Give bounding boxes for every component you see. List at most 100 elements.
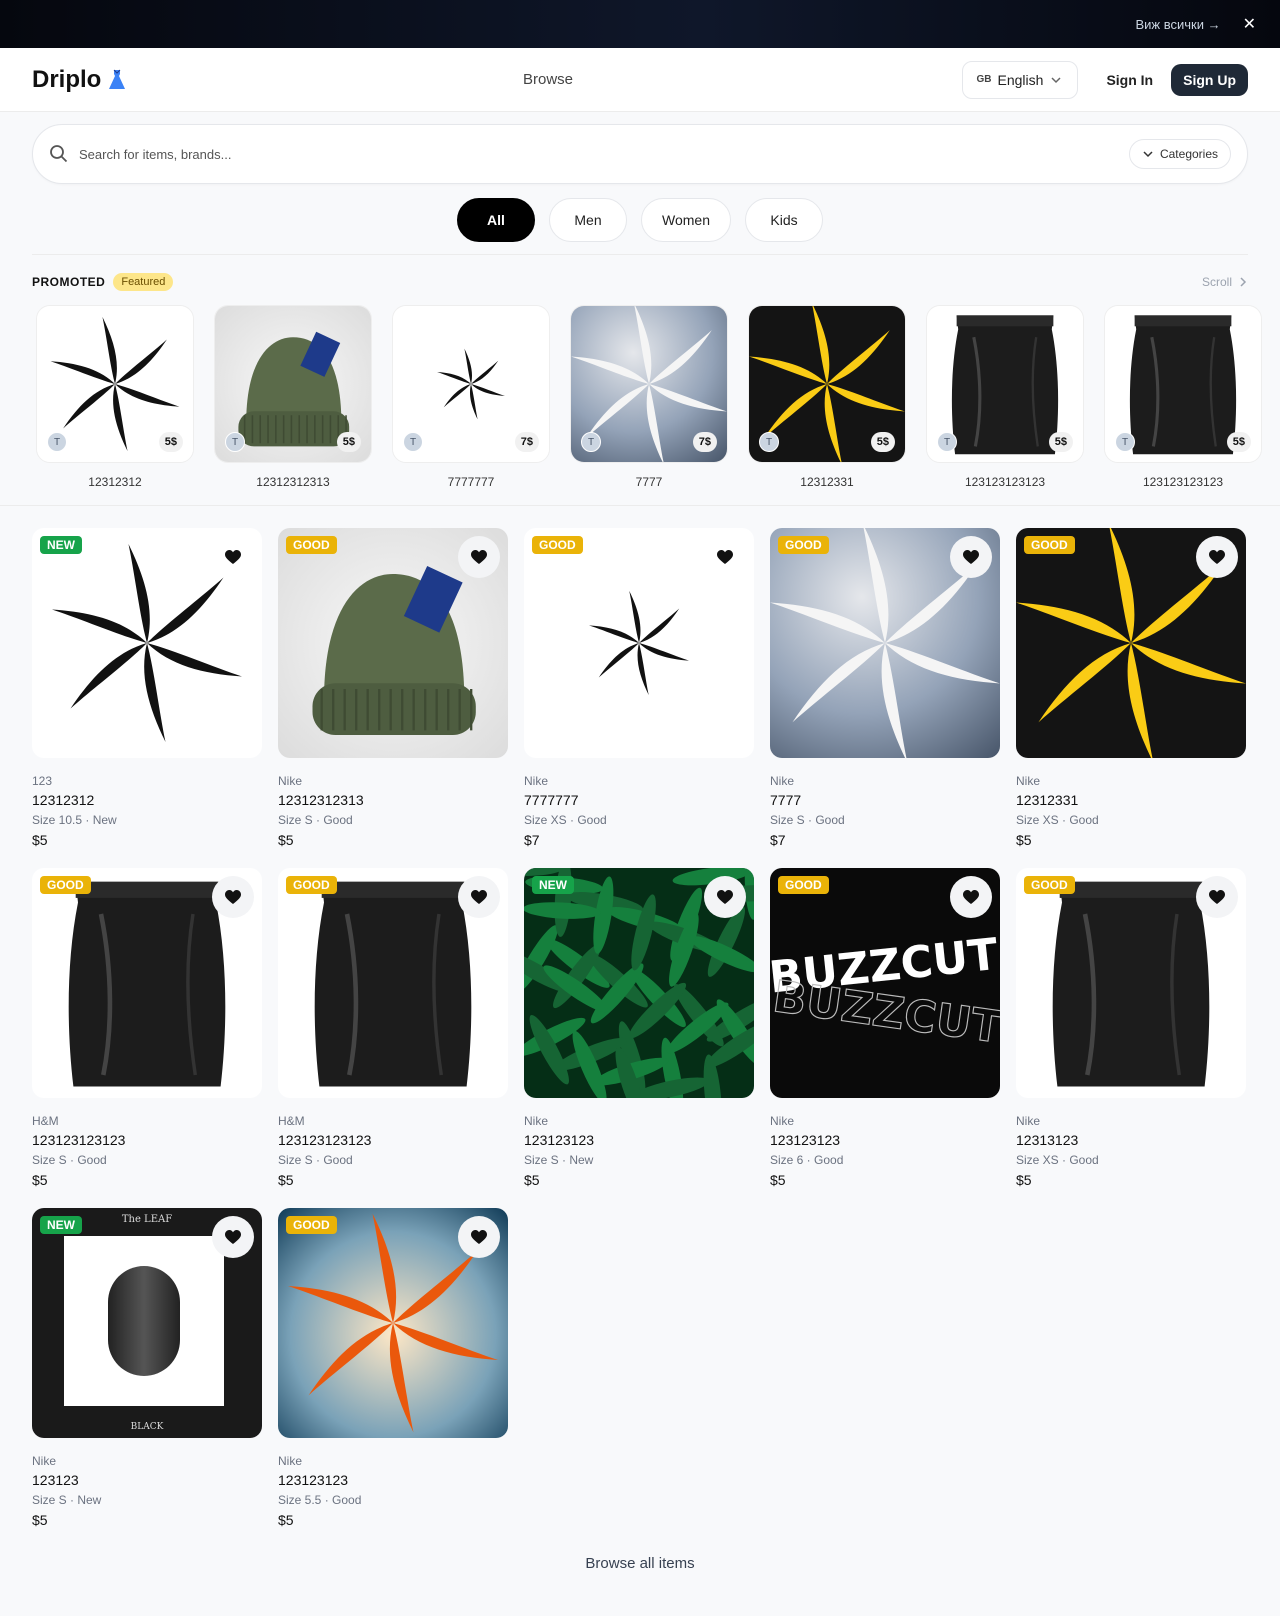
product-card[interactable]: BUZZCUT BUZZCUT GOOD Nike 123123123 Size … [770, 868, 1000, 1188]
product-image: BUZZCUT BUZZCUT GOOD [770, 868, 1000, 1098]
heart-icon [1209, 889, 1225, 905]
seller-avatar: T [1115, 432, 1135, 452]
favorite-button[interactable] [704, 536, 746, 578]
promoted-item[interactable]: T 5$ 123123123123 [1104, 305, 1262, 489]
promoted-carousel[interactable]: T 5$ 12312312 T 5$ 12312312313 T 7$ 7777… [0, 291, 1280, 506]
promoted-item-image: T 7$ [392, 305, 550, 463]
product-title: 7777 [770, 792, 802, 808]
heart-icon [225, 1229, 241, 1245]
product-price: $5 [524, 1172, 540, 1188]
favorite-button[interactable] [1196, 536, 1238, 578]
browse-all-link[interactable]: Browse all items [0, 1555, 1280, 1572]
tab-all[interactable]: All [457, 198, 535, 242]
product-image: GOOD [1016, 528, 1246, 758]
product-image: GOOD [770, 528, 1000, 758]
promoted-header: PROMOTED Featured Scroll [0, 255, 1280, 291]
product-card[interactable]: GOOD Nike 7777 Size S · Good $7 [770, 528, 1000, 848]
promoted-price: 5$ [158, 432, 183, 452]
sign-in-link[interactable]: Sign In [1106, 72, 1153, 88]
favorite-button[interactable] [704, 876, 746, 918]
product-price: $7 [524, 832, 540, 848]
favorite-button[interactable] [212, 1216, 254, 1258]
promoted-price: 5$ [870, 432, 895, 452]
product-image: NEW [524, 868, 754, 1098]
sign-up-button[interactable]: Sign Up [1171, 63, 1248, 96]
favorite-button[interactable] [950, 536, 992, 578]
product-price: $5 [278, 832, 294, 848]
top-banner: Виж всички → ✕ [0, 0, 1280, 48]
scroll-button[interactable]: Scroll [1202, 275, 1248, 289]
product-title: 123123123123 [32, 1132, 126, 1148]
product-price: $7 [770, 832, 786, 848]
product-brand: Nike [770, 1114, 795, 1128]
favorite-button[interactable] [212, 536, 254, 578]
promoted-item[interactable]: T 5$ 12312331 [748, 305, 906, 489]
logo[interactable]: Driplo [32, 66, 127, 94]
language-label: English [997, 71, 1044, 88]
tab-women[interactable]: Women [641, 198, 731, 242]
favorite-button[interactable] [458, 1216, 500, 1258]
categories-button[interactable]: Categories [1128, 139, 1231, 169]
condition-badge: GOOD [1024, 536, 1075, 554]
product-card[interactable]: GOOD H&M 123123123123 Size S · Good $5 [32, 868, 262, 1188]
product-card[interactable]: NEW Nike 123123123 Size S · New $5 [524, 868, 754, 1188]
seller-avatar: T [47, 432, 67, 452]
view-all-link[interactable]: Виж всички → [1135, 17, 1220, 32]
favorite-button[interactable] [458, 876, 500, 918]
product-meta: Size XS · Good [1016, 813, 1099, 827]
promoted-item[interactable]: T 5$ 12312312313 [214, 305, 372, 489]
product-title: 7777777 [524, 792, 579, 808]
nav-browse[interactable]: Browse [523, 71, 573, 88]
product-card[interactable]: GOOD Nike 7777777 Size XS · Good $7 [524, 528, 754, 848]
product-title: 123123 [32, 1472, 79, 1488]
promoted-item-image: T 5$ [36, 305, 194, 463]
product-meta: Size S · Good [278, 813, 353, 827]
promoted-item[interactable]: T 7$ 7777777 [392, 305, 550, 489]
product-price: $5 [278, 1512, 294, 1528]
heart-icon [1209, 549, 1225, 565]
promoted-price: 5$ [1048, 432, 1073, 452]
product-image: GOOD [32, 868, 262, 1098]
condition-badge: GOOD [778, 536, 829, 554]
product-brand: Nike [278, 774, 303, 788]
favorite-button[interactable] [1196, 876, 1238, 918]
tab-men[interactable]: Men [549, 198, 627, 242]
product-card[interactable]: NEW 123 12312312 Size 10.5 · New $5 [32, 528, 262, 848]
condition-badge: NEW [40, 1216, 82, 1234]
product-card[interactable]: GOOD Nike 123123123 Size 5.5 · Good $5 [278, 1208, 508, 1528]
heart-icon [225, 549, 241, 565]
promoted-item-name: 123123123123 [1142, 475, 1224, 489]
heart-icon [471, 549, 487, 565]
product-brand: H&M [32, 1114, 59, 1128]
product-card[interactable]: GOOD Nike 12312312313 Size S · Good $5 [278, 528, 508, 848]
product-brand: Nike [524, 1114, 549, 1128]
logo-text: Driplo [32, 65, 102, 93]
site-header: Driplo Browse GB English Sign In Sign Up [0, 48, 1280, 112]
close-icon[interactable]: ✕ [1243, 14, 1256, 34]
product-image: NEW [32, 528, 262, 758]
heart-icon [471, 889, 487, 905]
heart-icon [963, 889, 979, 905]
seller-avatar: T [581, 432, 601, 452]
product-title: 123123123 [278, 1472, 349, 1488]
product-card[interactable]: GOOD H&M 123123123123 Size S · Good $5 [278, 868, 508, 1188]
product-image: The LEAF BLACK NEW [32, 1208, 262, 1438]
search-input[interactable]: Search for items, brands... [79, 147, 1129, 162]
promoted-item[interactable]: T 5$ 12312312 [36, 305, 194, 489]
promoted-item[interactable]: T 5$ 123123123123 [926, 305, 1084, 489]
favorite-button[interactable] [458, 536, 500, 578]
chevron-down-icon [1142, 148, 1154, 160]
tab-kids[interactable]: Kids [745, 198, 823, 242]
product-brand: H&M [278, 1114, 305, 1128]
promoted-item[interactable]: T 7$ 7777 [570, 305, 728, 489]
product-card[interactable]: The LEAF BLACK NEW Nike 123123 Size S · N… [32, 1208, 262, 1528]
product-card[interactable]: GOOD Nike 12312331 Size XS · Good $5 [1016, 528, 1246, 848]
favorite-button[interactable] [212, 876, 254, 918]
search-bar[interactable]: Search for items, brands... Categories [32, 124, 1248, 184]
product-grid: NEW 123 12312312 Size 10.5 · New $5 GOOD… [0, 506, 1280, 1528]
product-title: 12312312 [32, 792, 95, 808]
favorite-button[interactable] [950, 876, 992, 918]
product-card[interactable]: GOOD Nike 12313123 Size XS · Good $5 [1016, 868, 1246, 1188]
language-selector[interactable]: GB English [961, 60, 1079, 99]
categories-label: Categories [1159, 147, 1218, 161]
